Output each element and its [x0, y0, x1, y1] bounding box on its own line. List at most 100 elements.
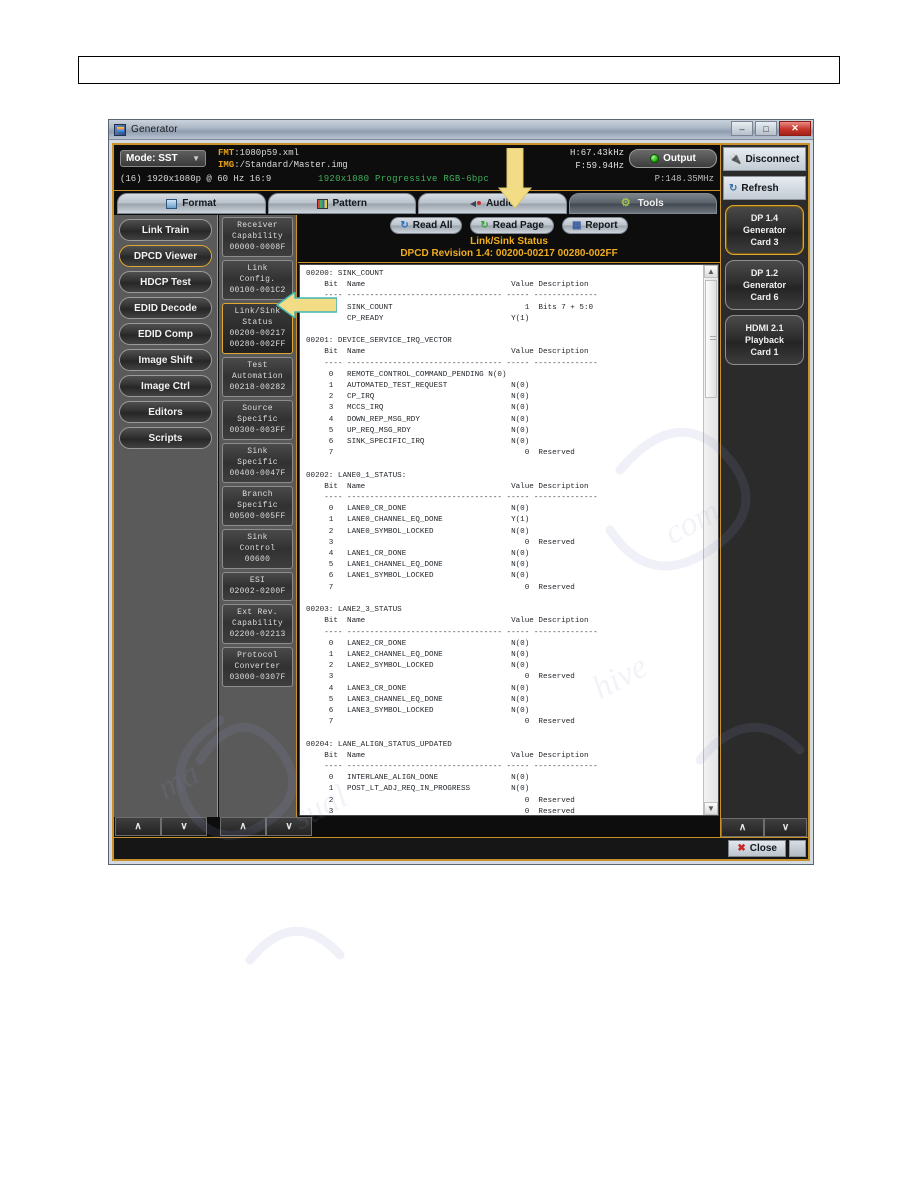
- maximize-button[interactable]: □: [755, 121, 777, 136]
- tab-pattern-label: Pattern: [332, 198, 367, 209]
- panel-subtitle: DPCD Revision 1.4: 00200-00217 00280-002…: [298, 248, 720, 263]
- sidebar-item-editors[interactable]: Editors: [119, 401, 212, 423]
- reg-line: Sink: [247, 533, 268, 542]
- card-line: Playback: [744, 335, 785, 345]
- close-window-button[interactable]: ✕: [779, 121, 811, 136]
- reg-line: Branch: [242, 490, 273, 499]
- device-card-hdmi21-playback[interactable]: HDMI 2.1 Playback Card 1: [725, 315, 804, 365]
- minimize-button[interactable]: –: [731, 121, 753, 136]
- reg-line: 00600: [244, 555, 271, 564]
- window-controls: – □ ✕: [731, 121, 811, 136]
- reg-line: Ext Rev.: [237, 608, 278, 617]
- scroll-up-icon[interactable]: ▲: [704, 265, 718, 278]
- reg-line: 00100-001C2: [229, 286, 286, 295]
- register-scroll-down-button[interactable]: ∨: [266, 817, 312, 836]
- document-top-box: [78, 56, 840, 84]
- sidebar-item-image-shift[interactable]: Image Shift: [119, 349, 212, 371]
- vertical-scrollbar[interactable]: ▲ ▼: [703, 265, 718, 815]
- reg-item-receiver-capability[interactable]: Receiver Capability 00000-0008F: [222, 217, 293, 257]
- reg-line: Capability: [231, 619, 283, 628]
- reg-item-esi[interactable]: ESI 02002-0200F: [222, 572, 293, 601]
- scroll-down-icon[interactable]: ▼: [704, 802, 718, 815]
- device-card-dp12-generator[interactable]: DP 1.2 Generator Card 6: [725, 260, 804, 310]
- reg-line: 00218-00282: [229, 383, 286, 392]
- window-titlebar: Generator – □ ✕: [109, 120, 813, 140]
- dpcd-text-area[interactable]: 00200: SINK_COUNT Bit Name Value Descrip…: [299, 264, 719, 816]
- tab-tools-label: Tools: [637, 198, 664, 209]
- scrollbar-thumb[interactable]: [705, 280, 717, 398]
- sidebar-item-edid-decode[interactable]: EDID Decode: [119, 297, 212, 319]
- output-toggle-button[interactable]: Output: [629, 149, 717, 168]
- card-line: Card 3: [750, 237, 779, 247]
- refresh-button[interactable]: ↻ Refresh: [723, 176, 806, 200]
- nav-arrow-row: ∧ ∨ ∧ ∨: [114, 817, 720, 837]
- read-all-button[interactable]: ↻ Read All: [390, 217, 463, 234]
- card-line: DP 1.4: [750, 213, 779, 223]
- tab-format[interactable]: Format: [117, 193, 266, 214]
- main-tabs: Format Pattern Audio Tools: [114, 191, 720, 215]
- report-icon: ▦: [571, 220, 582, 231]
- dpcd-toolbar: ↻ Read All ↻ Read Page ▦ Report: [298, 215, 720, 235]
- disconnect-button[interactable]: 🔌 Disconnect: [723, 147, 806, 171]
- device-card-dp14-generator[interactable]: DP 1.4 Generator Card 3: [725, 205, 804, 255]
- tab-pattern[interactable]: Pattern: [267, 193, 416, 214]
- reg-item-branch-specific[interactable]: Branch Specific 00500-005FF: [222, 486, 293, 526]
- reg-line: 00500-005FF: [229, 512, 286, 521]
- window-title: Generator: [131, 124, 178, 135]
- fmt-value: :1080p59.xml: [234, 148, 300, 158]
- reg-item-link-config[interactable]: Link Config. 00100-001C2: [222, 260, 293, 300]
- window-footer: ✖ Close: [114, 837, 808, 859]
- reg-item-protocol-converter[interactable]: Protocol Converter 03000-0307F: [222, 647, 293, 687]
- reg-line: Status: [242, 318, 273, 327]
- window-body: Mode: SST ▼ FMT:1080p59.xml IMG:/Standar…: [109, 140, 813, 864]
- sidebar-item-hdcp-test[interactable]: HDCP Test: [119, 271, 212, 293]
- reg-item-test-automation[interactable]: Test Automation 00218-00282: [222, 357, 293, 397]
- refresh-label: Refresh: [741, 182, 779, 194]
- sidebar-item-image-ctrl[interactable]: Image Ctrl: [119, 375, 212, 397]
- reg-line: Config.: [239, 275, 276, 284]
- reg-line: 02200-02213: [229, 630, 286, 639]
- reg-item-sink-control[interactable]: Sink Control 00600: [222, 529, 293, 569]
- sidebar-item-edid-comp[interactable]: EDID Comp: [119, 323, 212, 345]
- card-line: HDMI 2.1: [745, 323, 784, 333]
- read-page-button[interactable]: ↻ Read Page: [470, 217, 554, 234]
- img-value: :/Standard/Master.img: [234, 160, 348, 170]
- sidebar-item-scripts[interactable]: Scripts: [119, 427, 212, 449]
- reg-line: 00000-0008F: [229, 243, 286, 252]
- resize-grip[interactable]: [789, 840, 806, 857]
- v-frequency-line: F:59.94Hz: [575, 161, 624, 171]
- left-scroll-up-button[interactable]: ∧: [115, 817, 161, 836]
- sidebar-item-dpcd-viewer[interactable]: DPCD Viewer: [119, 245, 212, 267]
- card-line: Card 1: [750, 347, 779, 357]
- reg-item-ext-rev-capability[interactable]: Ext Rev. Capability 02200-02213: [222, 604, 293, 644]
- register-scroll-up-button[interactable]: ∧: [220, 817, 266, 836]
- format-file-line: FMT:1080p59.xml: [218, 148, 299, 158]
- mode-select[interactable]: Mode: SST ▼: [120, 150, 206, 167]
- report-button[interactable]: ▦ Report: [561, 217, 628, 234]
- h-frequency-line: H:67.43kHz: [569, 148, 624, 158]
- color-bars-icon: [316, 198, 328, 209]
- left-scroll-down-button[interactable]: ∨: [161, 817, 207, 836]
- reg-line: Link/Sink: [234, 307, 281, 316]
- reg-line: Protocol: [237, 651, 278, 660]
- tab-audio[interactable]: Audio: [418, 193, 567, 214]
- card-line: Card 6: [750, 292, 779, 302]
- tab-tools[interactable]: Tools: [568, 193, 717, 214]
- tools-sidebar: Link Train DPCD Viewer HDCP Test EDID De…: [114, 215, 218, 817]
- reg-line: 02002-0200F: [229, 587, 286, 596]
- reg-line: Sink: [247, 447, 268, 456]
- dpcd-register-list: Receiver Capability 00000-0008F Link Con…: [219, 215, 297, 817]
- device-scroll-down-button[interactable]: ∨: [764, 818, 807, 837]
- x-icon: ✖: [737, 843, 746, 854]
- reg-item-link-sink-status[interactable]: Link/Sink Status 00200-00217 00280-002FF: [222, 303, 293, 354]
- reg-line: 00300-003FF: [229, 426, 286, 435]
- reg-line: Receiver: [237, 221, 278, 230]
- sidebar-item-link-train[interactable]: Link Train: [119, 219, 212, 241]
- reg-item-source-specific[interactable]: Source Specific 00300-003FF: [222, 400, 293, 440]
- card-line: Generator: [742, 280, 786, 290]
- close-button[interactable]: ✖ Close: [728, 840, 786, 857]
- panel-title: Link/Sink Status: [470, 236, 548, 247]
- reg-line: Specific: [237, 415, 278, 424]
- device-scroll-up-button[interactable]: ∧: [721, 818, 764, 837]
- reg-item-sink-specific[interactable]: Sink Specific 00400-0047F: [222, 443, 293, 483]
